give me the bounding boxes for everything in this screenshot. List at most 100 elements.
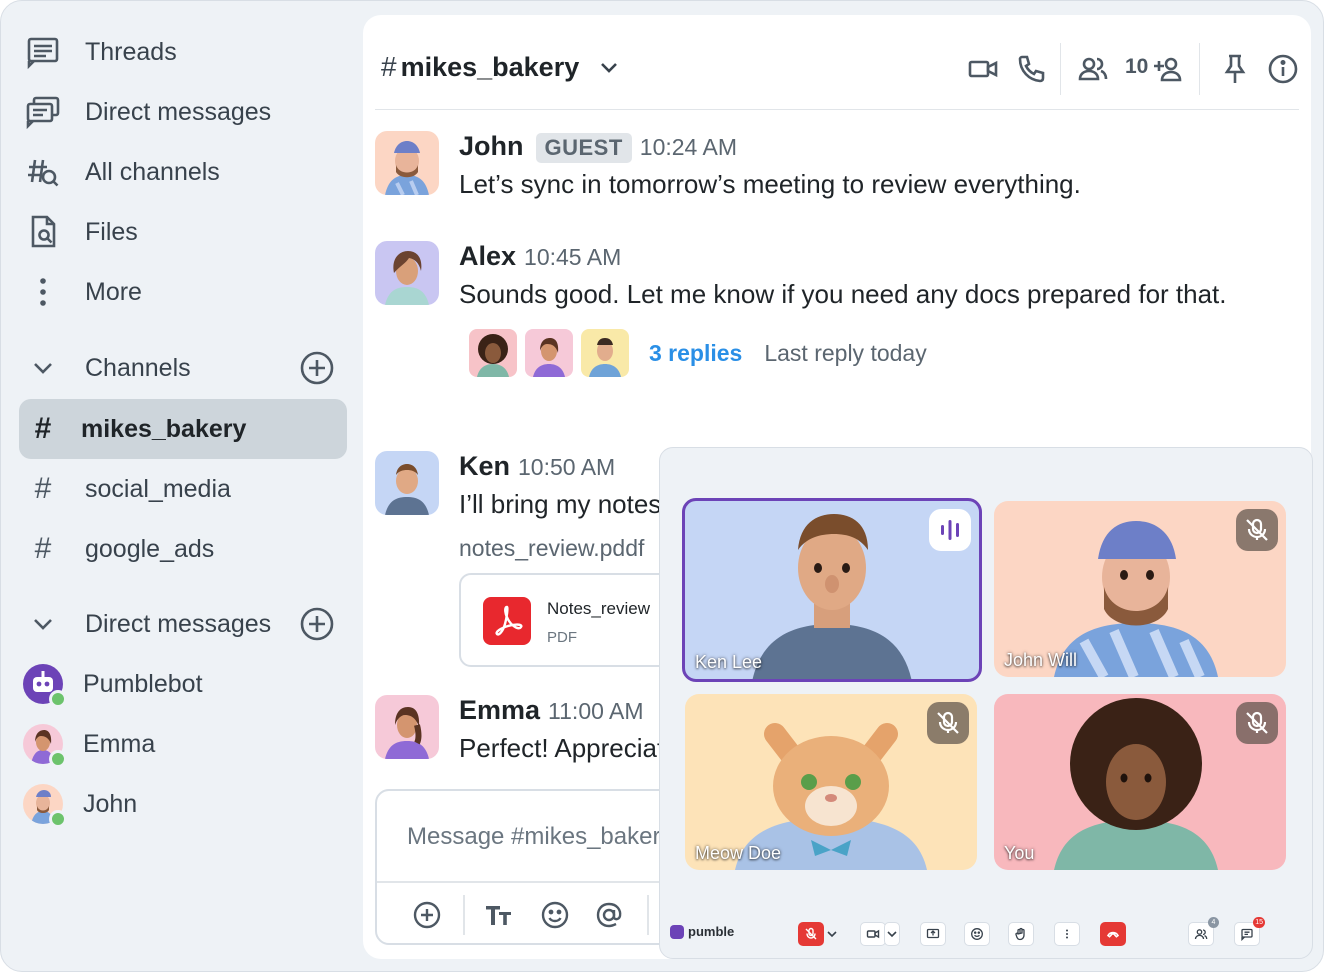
message-input[interactable]: Message #mikes_bakery [407,823,672,851]
add-member-icon[interactable] [1153,53,1185,85]
message-text: Sounds good. Let me know if you need any… [459,279,1227,309]
camera-toggle-button[interactable] [860,922,886,946]
dm-item-emma[interactable]: Emma [19,714,347,774]
mention-icon[interactable] [593,899,625,931]
author-name[interactable]: Ken [459,451,510,482]
video-call-icon[interactable] [967,53,999,85]
end-call-button[interactable] [1100,922,1126,946]
camera-options-chevron-icon[interactable] [884,922,900,946]
add-channel-icon[interactable] [297,348,337,388]
brand-name: pumble [688,924,735,939]
online-status-indicator [49,810,67,828]
thread-replies[interactable]: 3 replies Last reply today [469,329,927,377]
pin-icon[interactable] [1219,53,1251,85]
channel-label: mikes_bakery [81,414,247,443]
channel-item-social-media[interactable]: # social_media [19,459,347,519]
more-options-button[interactable] [1054,922,1080,946]
dm-label: John [83,789,138,818]
message-meta: Ken 10:50 AM [459,451,615,482]
add-dm-icon[interactable] [297,604,337,644]
mic-toggle-button[interactable] [798,922,824,946]
online-status-indicator [49,750,67,768]
participant-tile-john-will[interactable]: John Will [994,501,1286,677]
raise-hand-button[interactable] [1008,922,1034,946]
members-count[interactable]: 10 [1125,55,1148,79]
participant-name: Ken Lee [695,652,763,672]
author-name[interactable]: Alex [459,241,516,272]
dm-item-john[interactable]: John [19,774,347,834]
channel-item-google-ads[interactable]: # google_ads [19,519,347,579]
avatar [525,329,573,377]
channel-hash: # [381,51,397,82]
header-divider [1199,43,1200,95]
avatar [375,241,439,305]
nav-all-channels-label: All channels [85,157,220,186]
channel-label: social_media [85,474,231,503]
message-time: 10:50 AM [518,454,616,480]
nav-all-channels[interactable]: All channels [19,142,347,202]
participants-button[interactable]: 4 [1188,917,1219,946]
message-item[interactable]: John GUEST 10:24 AM Let’s sync in tomorr… [375,131,1299,221]
replies-link[interactable]: 3 replies [649,340,742,367]
avatar [581,329,629,377]
avatar [375,451,439,515]
avatar [23,724,67,768]
avatar [23,784,67,828]
participant-name: Meow Doe [695,843,782,863]
channel-name: mikes_bakery [400,51,580,82]
avatar [23,664,67,708]
nav-more[interactable]: More [19,262,347,322]
channel-label: google_ads [85,534,215,563]
unread-chat-badge: 15 [1253,917,1265,928]
text-format-icon[interactable] [483,899,515,931]
nav-direct-messages-label: Direct messages [85,97,272,126]
mic-options-chevron-icon[interactable] [824,922,840,946]
message-meta: Emma 11:00 AM [459,695,644,726]
reactions-button[interactable] [964,922,990,946]
participant-tile-meow-doe[interactable]: Meow Doe [685,694,977,870]
pumble-logo-icon [670,924,684,939]
phone-call-icon[interactable] [1015,53,1047,85]
dm-item-pumblebot[interactable]: Pumblebot [19,654,347,714]
participant-tile-ken-lee[interactable]: Ken Lee [682,498,982,682]
channel-item-mikes-bakery[interactable]: # mikes_bakery [19,399,347,459]
author-name[interactable]: John [459,131,524,162]
avatar [375,131,439,195]
channels-section-header[interactable]: Channels [19,338,347,398]
emoji-icon[interactable] [539,899,571,931]
author-name[interactable]: Emma [459,695,540,726]
nav-files[interactable]: Files [19,202,347,262]
message-text: I’ll bring my notes [459,489,662,519]
message-text: Let’s sync in tomorrow’s meeting to revi… [459,169,1081,199]
header-divider [1060,43,1061,95]
chevron-down-icon[interactable] [21,346,65,390]
mic-muted-icon [927,702,969,744]
chat-button[interactable]: 15 [1234,917,1265,946]
message-item[interactable]: Alex 10:45 AM Sounds good. Let me know i… [375,241,1299,391]
members-icon[interactable] [1077,53,1109,85]
message-time: 10:24 AM [639,134,737,160]
call-controls: pumble 4 15 [660,916,1312,952]
attachment-filename[interactable]: notes_review.pddf [459,535,644,562]
channel-title[interactable]: # mikes_bakery [381,51,621,83]
chevron-down-icon[interactable] [21,602,65,646]
guest-badge: GUEST [535,133,632,163]
add-attachment-icon[interactable] [411,899,443,931]
nav-direct-messages[interactable]: Direct messages [19,82,347,142]
screen-share-button[interactable] [920,922,946,946]
info-icon[interactable] [1267,53,1299,85]
hash-icon: # [34,412,52,445]
message-time: 10:45 AM [524,244,622,270]
dm-section-header[interactable]: Direct messages [19,594,347,654]
chevron-down-icon[interactable] [597,55,621,79]
participant-name: You [1004,843,1035,863]
channel-header: # mikes_bakery 10 [375,15,1299,110]
hash-icon: # [34,472,52,505]
all-channels-icon [21,150,65,194]
nav-threads[interactable]: Threads [19,22,347,82]
nav-files-label: Files [85,217,138,246]
participant-tile-you[interactable]: You [994,694,1286,870]
mic-muted-icon [1236,702,1278,744]
file-title: Notes_review [547,599,650,618]
speaking-indicator-icon [929,509,971,551]
